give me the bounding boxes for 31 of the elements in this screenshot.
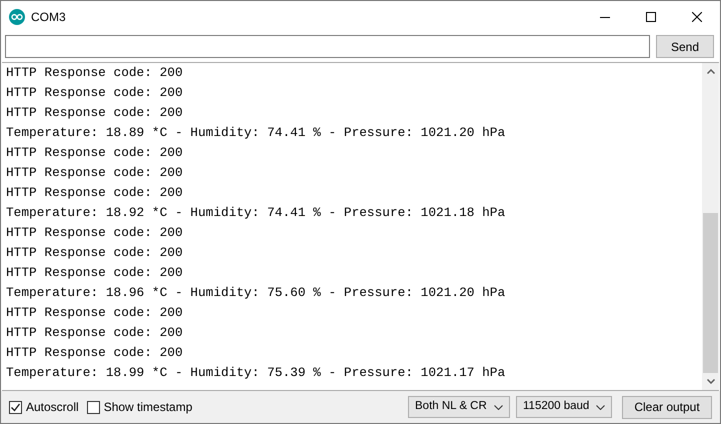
checkbox-label[interactable]: Autoscroll	[26, 398, 79, 416]
output-line: HTTP Response code: 200	[6, 144, 183, 162]
caret-icon	[494, 404, 503, 410]
checkbox[interactable]	[9, 400, 22, 414]
dropdown[interactable]: 115200 baud	[516, 396, 612, 418]
checkbox-label[interactable]: Show timestamp	[104, 398, 192, 416]
app-logo-icon	[9, 8, 25, 24]
output-line: HTTP Response code: 200	[6, 184, 183, 202]
checkbox[interactable]	[86, 400, 100, 414]
caret-icon	[596, 404, 605, 410]
scrollbar-thumb[interactable]	[703, 213, 718, 373]
output-line: HTTP Response code: 200	[6, 84, 183, 102]
output-line: Temperature: 18.99 *C - Humidity: 75.39 % - Pressure: 1021.17 hPa	[6, 364, 506, 382]
output-line: HTTP Response code: 200	[6, 244, 183, 262]
output-line: HTTP Response code: 200	[6, 164, 183, 182]
output-line: Temperature: 18.96 *C - Humidity: 75.60 % - Pressure: 1021.20 hPa	[6, 284, 506, 302]
output-line: HTTP Response code: 200	[6, 264, 183, 282]
output-line: Temperature: 18.89 *C - Humidity: 74.41 % - Pressure: 1021.20 hPa	[6, 124, 506, 142]
output-line: Temperature: 18.92 *C - Humidity: 74.41 % - Pressure: 1021.18 hPa	[6, 204, 506, 222]
maximize-icon	[646, 12, 656, 22]
output-line: HTTP Response code: 200	[6, 224, 183, 242]
output-line: HTTP Response code: 200	[6, 324, 183, 342]
clear-output-button[interactable]: Clear output	[622, 396, 712, 418]
output-line: HTTP Response code: 200	[6, 344, 183, 362]
dropdown[interactable]: Both NL & CR	[408, 396, 510, 418]
output-line: HTTP Response code: 200	[6, 104, 183, 122]
output-line: HTTP Response code: 200	[6, 304, 183, 322]
window-title: COM3	[31, 8, 66, 26]
close-icon	[692, 12, 702, 22]
send-button[interactable]: Send	[656, 35, 714, 58]
output-line: HTTP Response code: 200	[6, 64, 183, 82]
